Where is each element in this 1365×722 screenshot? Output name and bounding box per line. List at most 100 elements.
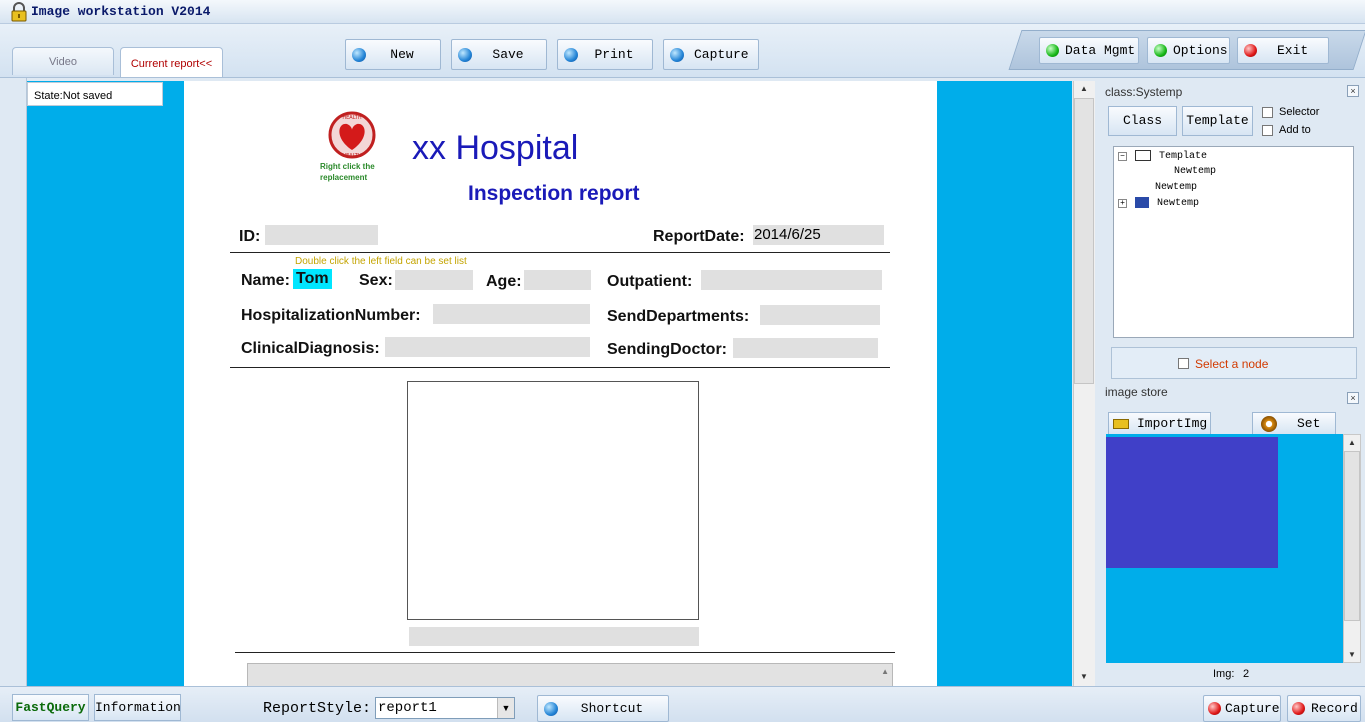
capture-bottom-button[interactable]: Capture	[1203, 695, 1281, 722]
img-count-label: Img:	[1213, 668, 1235, 680]
green-dot-icon	[1154, 44, 1167, 57]
globe-icon	[544, 701, 558, 716]
logo-caption: Right click the replacement	[320, 162, 375, 182]
img-count-value: 2	[1243, 668, 1250, 680]
import-img-button[interactable]: ImportImg	[1108, 412, 1211, 435]
scroll-thumb[interactable]	[1344, 451, 1360, 621]
svg-text:HEALTH: HEALTH	[342, 153, 361, 159]
new-button[interactable]: New	[345, 39, 441, 70]
gear-icon	[1261, 415, 1277, 432]
hospital-logo[interactable]: HEALTH HEALTH	[320, 110, 384, 164]
scroll-thumb[interactable]	[1074, 98, 1094, 384]
id-field[interactable]	[265, 225, 378, 245]
exit-button[interactable]: Exit	[1237, 37, 1329, 64]
selector-label: Selector	[1279, 106, 1320, 118]
scroll-up-icon[interactable]: ▲	[1074, 81, 1094, 97]
globe-icon	[564, 47, 578, 62]
lock-icon	[11, 2, 27, 22]
data-mgmt-button[interactable]: Data Mgmt	[1039, 37, 1139, 64]
outpatient-field[interactable]	[701, 270, 882, 290]
tree-node-newtemp[interactable]: Newtemp	[1174, 166, 1216, 177]
fast-query-button[interactable]: FastQuery	[12, 694, 89, 721]
report-paper[interactable]: HEALTH HEALTH Right click the replacemen…	[184, 81, 937, 686]
report-style-label: ReportStyle:	[263, 700, 372, 717]
sending-doctor-label: SendingDoctor:	[607, 341, 727, 358]
add-to-label: Add to	[1279, 124, 1311, 136]
selector-checkbox[interactable]	[1262, 107, 1273, 118]
folder-icon	[1113, 418, 1129, 429]
class-button[interactable]: Class	[1108, 106, 1177, 136]
template-tree[interactable]: − Template Newtemp Newtemp + Newtemp	[1113, 146, 1354, 338]
scroll-up-icon[interactable]: ▲	[881, 667, 889, 676]
red-dot-icon	[1208, 702, 1221, 715]
add-to-checkbox[interactable]	[1262, 125, 1273, 136]
globe-icon	[458, 47, 472, 62]
scroll-down-icon[interactable]: ▼	[1343, 647, 1361, 663]
select-node-label: Select a node	[1195, 357, 1269, 371]
information-button[interactable]: Information	[94, 694, 181, 721]
template-button[interactable]: Template	[1182, 106, 1253, 136]
tree-node-newtemp[interactable]: Newtemp	[1155, 182, 1197, 193]
divider	[235, 652, 895, 653]
globe-icon	[352, 47, 366, 62]
red-dot-icon	[1244, 44, 1257, 57]
report-title: Inspection report	[468, 182, 640, 205]
report-image-frame[interactable]	[407, 381, 699, 620]
scroll-down-icon[interactable]: ▼	[1074, 669, 1094, 685]
class-panel-title: class:Systemp	[1105, 85, 1183, 99]
image-store-title: image store	[1105, 385, 1168, 399]
red-dot-icon	[1292, 702, 1305, 715]
hospitalization-number-label: HospitalizationNumber:	[241, 307, 421, 324]
sex-label: Sex:	[359, 272, 393, 289]
expand-icon[interactable]: +	[1118, 199, 1127, 209]
shortcut-button[interactable]: Shortcut	[537, 695, 669, 722]
options-button[interactable]: Options	[1147, 37, 1230, 64]
save-button[interactable]: Save	[451, 39, 547, 70]
close-icon[interactable]: ×	[1347, 392, 1359, 404]
divider	[230, 367, 890, 368]
state-label: State:Not saved	[27, 82, 163, 106]
tab-video[interactable]: Video	[12, 47, 114, 75]
scroll-up-icon[interactable]: ▲	[1343, 435, 1361, 451]
close-icon[interactable]: ×	[1347, 85, 1359, 97]
capture-button[interactable]: Capture	[663, 39, 759, 70]
name-label: Name:	[241, 272, 290, 289]
outpatient-label: Outpatient:	[607, 273, 693, 290]
globe-icon	[670, 47, 684, 62]
age-label: Age:	[486, 273, 522, 290]
age-field[interactable]	[524, 270, 591, 290]
left-strip	[0, 78, 27, 686]
report-style-select[interactable]: report1	[375, 697, 515, 719]
hospitalization-number-field[interactable]	[433, 304, 590, 324]
divider	[230, 252, 890, 253]
hospital-name: xx Hospital	[412, 129, 579, 167]
report-notes-field[interactable]: ▲	[247, 663, 893, 686]
green-dot-icon	[1046, 44, 1059, 57]
send-departments-field[interactable]	[760, 305, 880, 325]
send-departments-label: SendDepartments:	[607, 308, 750, 325]
tree-node-template[interactable]: − Template	[1118, 150, 1207, 162]
collapse-icon[interactable]: −	[1118, 152, 1127, 162]
report-date-label: ReportDate:	[653, 228, 745, 245]
book-icon	[1135, 150, 1152, 161]
tab-current-report[interactable]: Current report<<	[120, 47, 223, 77]
print-button[interactable]: Print	[557, 39, 653, 70]
window-title: Image workstation V2014	[31, 4, 211, 19]
image-caption-field[interactable]	[409, 627, 699, 646]
books-icon	[1135, 197, 1150, 208]
set-button[interactable]: Set	[1252, 412, 1336, 435]
report-date-field[interactable]: 2014/6/25	[753, 225, 884, 245]
image-thumbnail[interactable]	[1106, 437, 1278, 568]
clinical-diagnosis-field[interactable]	[385, 337, 590, 357]
name-field[interactable]: Tom	[293, 269, 332, 289]
chevron-down-icon[interactable]: ▼	[497, 698, 514, 718]
clinical-diagnosis-label: ClinicalDiagnosis:	[241, 340, 380, 357]
select-node-checkbox[interactable]	[1178, 358, 1189, 369]
id-label: ID:	[239, 228, 261, 245]
tree-node-newtemp[interactable]: + Newtemp	[1118, 197, 1199, 209]
bottom-bar	[0, 686, 1365, 722]
sex-field[interactable]	[395, 270, 473, 290]
sending-doctor-field[interactable]	[733, 338, 878, 358]
record-button[interactable]: Record	[1287, 695, 1361, 722]
hint-text: Double click the left field can be set l…	[295, 256, 467, 267]
